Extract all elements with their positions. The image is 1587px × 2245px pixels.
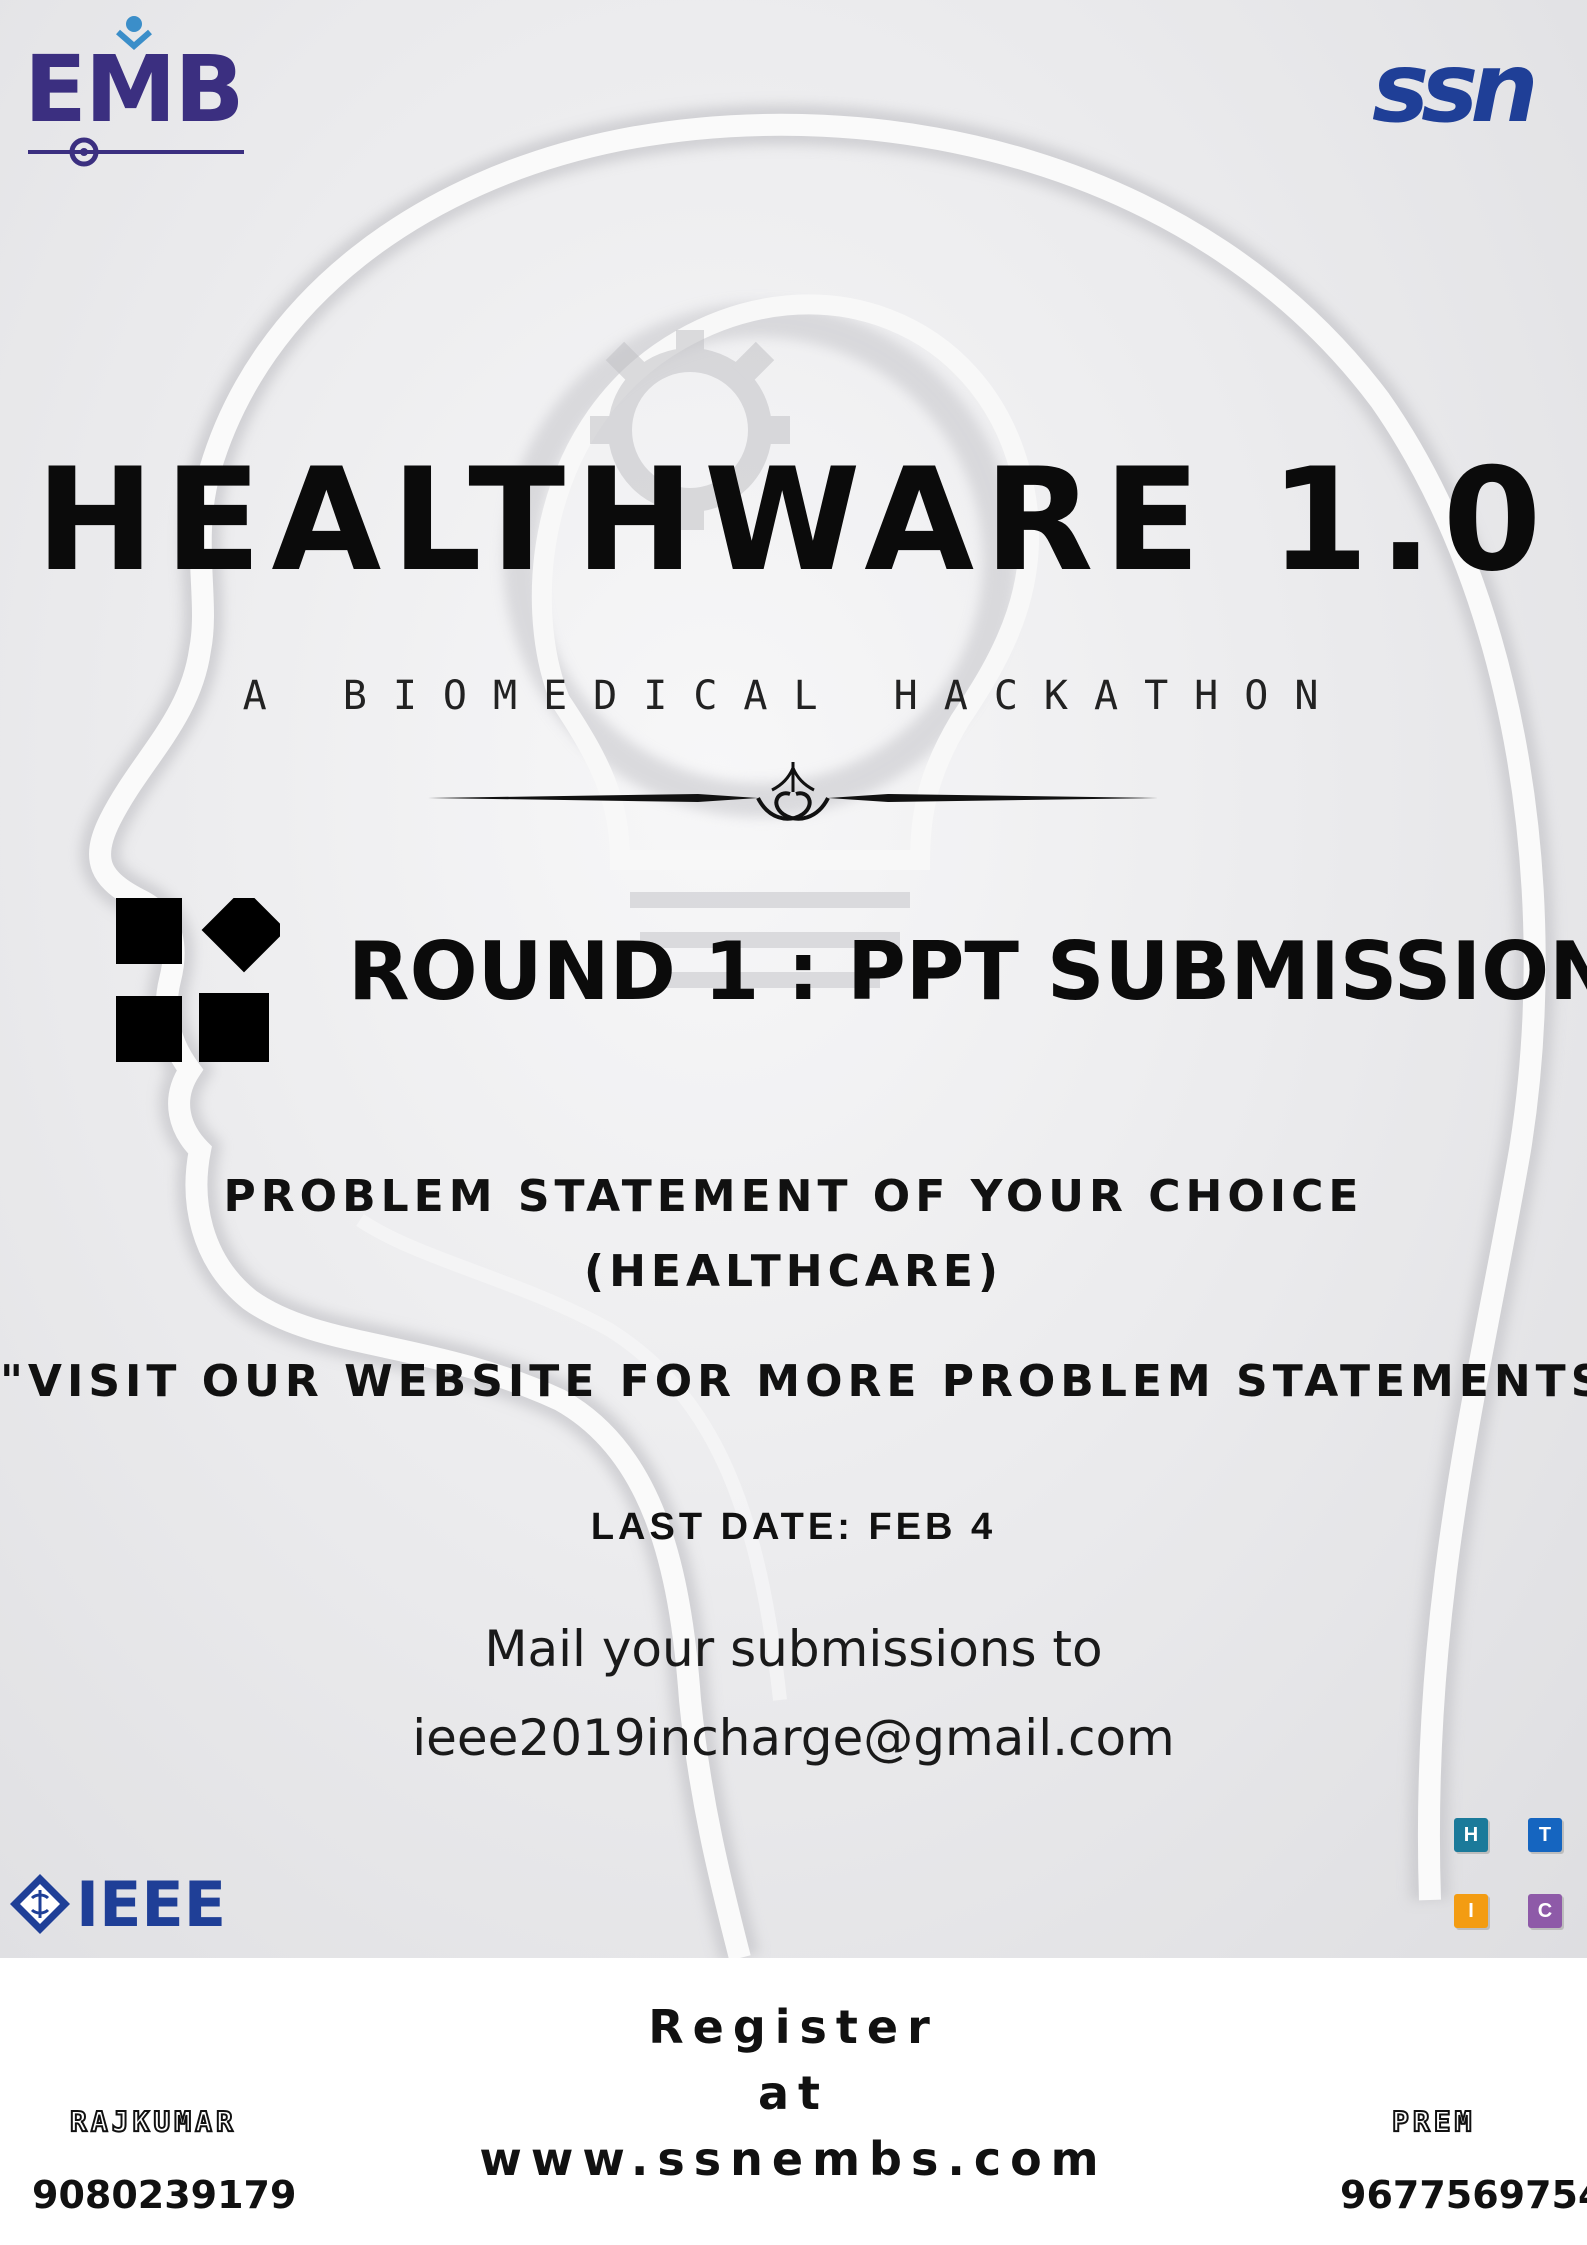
- ieee-logo-text: IEEE: [76, 1868, 227, 1941]
- submission-email-link[interactable]: ieee2019incharge@gmail.com: [0, 1713, 1587, 1763]
- poster-area: EMB ssn HEALTHWARE 1.0 A BIOMEDICAL HACK…: [0, 0, 1587, 1958]
- register-line-1: Register: [648, 2000, 939, 2054]
- ieee-logo: IEEE: [8, 1870, 238, 1940]
- htic-logo: H T I C: [1454, 1818, 1574, 1938]
- ornament-divider: [428, 762, 1158, 821]
- round-title: ROUND 1 : PPT SUBMISSION: [348, 925, 1587, 1018]
- last-date: LAST DATE: FEB 4: [590, 1506, 997, 1548]
- ieee-diamond-icon: [10, 1874, 70, 1934]
- htic-tile-i: I: [1454, 1894, 1488, 1928]
- problem-line-1: PROBLEM STATEMENT OF YOUR CHOICE: [223, 1171, 1364, 1222]
- contact-phone-right: 9677569754: [1340, 2173, 1587, 2217]
- problem-line-2: (HEALTHCARE): [583, 1245, 1004, 1297]
- contact-name-right: PREM: [1391, 2105, 1476, 2138]
- htic-tile-c: C: [1528, 1894, 1562, 1928]
- emb-logo: EMB: [24, 14, 254, 174]
- shapes-icon: [116, 898, 280, 1062]
- mail-label: Mail your submissions to: [484, 1620, 1103, 1678]
- problem-statement: PROBLEM STATEMENT OF YOUR CHOICE (HEALTH…: [0, 1160, 1587, 1310]
- register-line-2: at: [757, 2066, 830, 2120]
- event-subtitle: A BIOMEDICAL HACKATHON: [242, 673, 1345, 719]
- contact-phone-left: 9080239179: [32, 2173, 297, 2217]
- contact-name-left: RAJKUMAR: [69, 2105, 237, 2138]
- visit-website-note: "VISIT OUR WEBSITE FOR MORE PROBLEM STAT…: [0, 1356, 1587, 1407]
- event-title: HEALTHWARE 1.0: [35, 438, 1552, 603]
- ssn-logo: ssn: [1372, 32, 1539, 144]
- register-block: Register at www.ssnembs.com: [0, 1994, 1587, 2192]
- emb-logo-text: EMB: [24, 36, 245, 143]
- htic-tile-h: H: [1454, 1818, 1488, 1852]
- htic-tile-t: T: [1528, 1818, 1562, 1852]
